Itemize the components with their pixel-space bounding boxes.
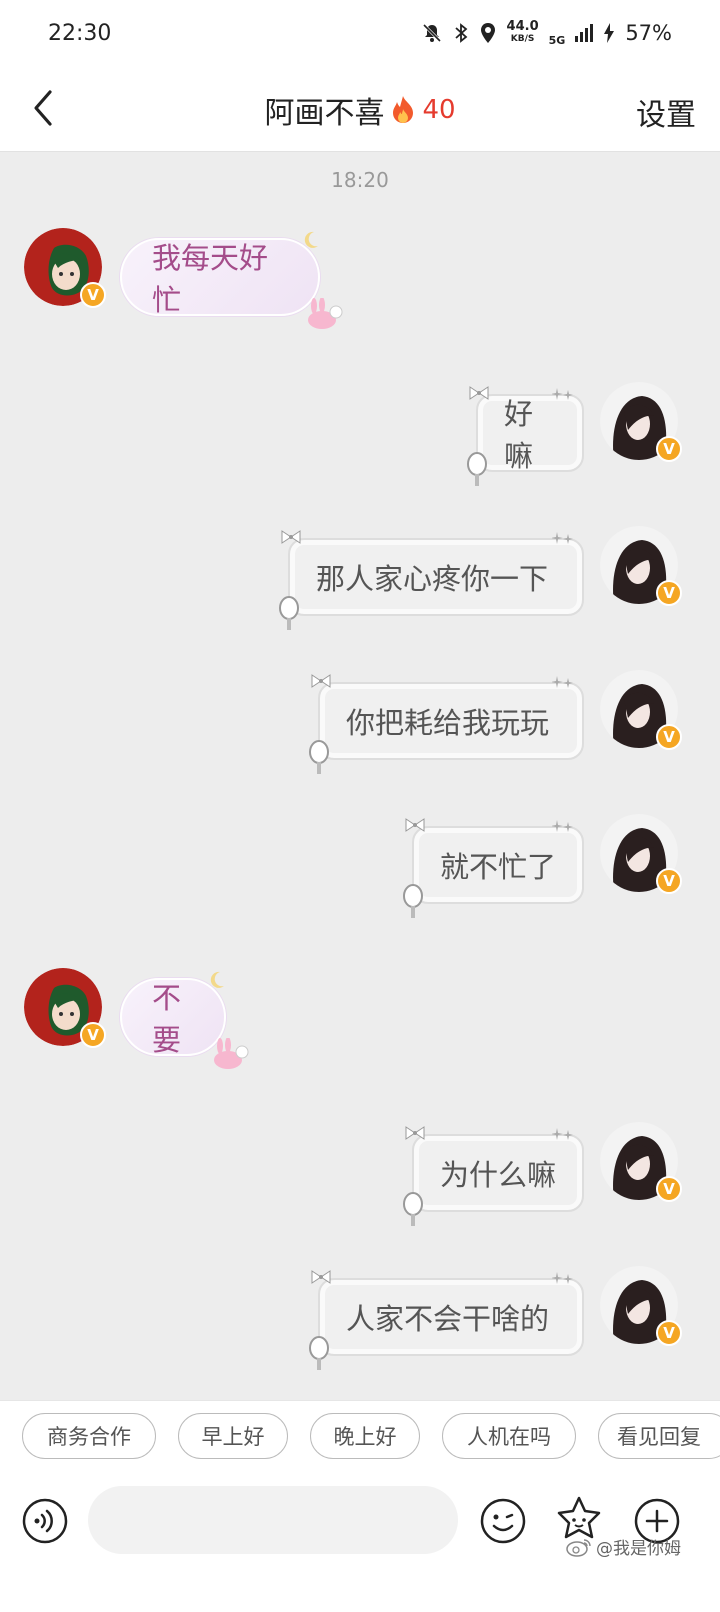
verified-badge: V bbox=[656, 868, 682, 894]
message-text: 为什么嘛 bbox=[440, 1158, 557, 1192]
message-bubble-left[interactable]: 不要 bbox=[120, 971, 249, 1069]
sparkle-decoration-icon bbox=[552, 820, 573, 832]
message-text: 就不忙了 bbox=[440, 850, 557, 884]
location-icon bbox=[480, 23, 495, 43]
watermark: @我是你姆 bbox=[566, 1534, 681, 1559]
mirror-decoration-icon bbox=[467, 452, 487, 486]
my-avatar[interactable]: V bbox=[600, 814, 682, 894]
charging-icon bbox=[604, 23, 615, 43]
contact-name: 阿画不喜 bbox=[264, 96, 385, 131]
weibo-logo-icon bbox=[566, 1538, 591, 1557]
verified-badge: V bbox=[656, 1320, 682, 1346]
mirror-decoration-icon bbox=[403, 884, 423, 918]
my-avatar[interactable]: V bbox=[600, 382, 682, 462]
message-text: 那人家心疼你一下 bbox=[316, 562, 549, 596]
moon-sticker-icon bbox=[210, 971, 224, 988]
mute-bell-icon bbox=[422, 23, 441, 43]
sparkle-decoration-icon bbox=[552, 1272, 573, 1284]
verified-badge: V bbox=[80, 282, 106, 308]
status-bar: 22:30 44.0 KB/S 5G 57% bbox=[0, 0, 720, 66]
message-text: 我每天好忙 bbox=[152, 241, 269, 317]
message-text: 人家不会干啥的 bbox=[346, 1302, 550, 1336]
bunny-sticker-icon bbox=[214, 1038, 249, 1069]
message-bubble-right[interactable]: 好嘛 bbox=[467, 386, 584, 486]
bow-decoration-icon bbox=[405, 818, 425, 832]
verified-badge: V bbox=[80, 1022, 106, 1048]
message-text: 好嘛 bbox=[504, 397, 534, 473]
my-avatar[interactable]: V bbox=[600, 1122, 682, 1202]
chat-header: 阿画不喜 40 设置 bbox=[0, 66, 720, 152]
status-icons: 44.0 KB/S 5G 57% bbox=[421, 20, 672, 47]
message-bubble-right[interactable]: 你把耗给我玩玩 bbox=[309, 674, 584, 774]
contact-avatar[interactable]: V bbox=[24, 228, 106, 308]
status-time: 22:30 bbox=[48, 20, 112, 46]
watermark-text: @我是你姆 bbox=[596, 1539, 681, 1559]
message-bubble-left[interactable]: 我每天好忙 bbox=[120, 231, 343, 329]
chat-title: 阿画不喜 40 bbox=[0, 88, 720, 132]
quick-reply-chip[interactable]: 晚上好 bbox=[310, 1413, 420, 1459]
message-bubble-right[interactable]: 为什么嘛 bbox=[403, 1126, 584, 1226]
mirror-decoration-icon bbox=[403, 1192, 423, 1226]
mirror-decoration-icon bbox=[309, 1336, 329, 1370]
sparkle-decoration-icon bbox=[552, 388, 573, 400]
my-avatar[interactable]: V bbox=[600, 526, 682, 606]
sparkle-decoration-icon bbox=[552, 532, 573, 544]
verified-badge: V bbox=[656, 1176, 682, 1202]
quick-reply-chip[interactable]: 人机在吗 bbox=[442, 1413, 576, 1459]
quick-reply-bar[interactable]: 商务合作 早上好 晚上好 人机在吗 看见回复 bbox=[0, 1400, 720, 1472]
battery-level: 57% bbox=[625, 21, 672, 45]
moon-sticker-icon bbox=[304, 231, 318, 248]
bow-decoration-icon bbox=[311, 674, 331, 688]
message-text: 不要 bbox=[152, 981, 182, 1057]
network-type: 5G bbox=[548, 33, 566, 47]
message-timestamp: 18:20 bbox=[331, 168, 389, 192]
mirror-decoration-icon bbox=[309, 740, 329, 774]
bunny-sticker-icon bbox=[308, 298, 343, 329]
chat-messages[interactable]: 18:20 V 我每天好忙 V 好嘛 V 那人家心疼你一下 V 你把耗给我玩玩 bbox=[0, 152, 720, 1440]
contact-avatar[interactable]: V bbox=[24, 968, 106, 1048]
bow-decoration-icon bbox=[405, 1126, 425, 1140]
message-text: 你把耗给我玩玩 bbox=[346, 706, 550, 740]
settings-button[interactable]: 设置 bbox=[636, 90, 696, 134]
net-speed: 44.0 KB/S bbox=[506, 19, 539, 44]
fire-count: 40 bbox=[422, 95, 456, 125]
bow-decoration-icon bbox=[311, 1270, 331, 1284]
sparkle-decoration-icon bbox=[552, 676, 573, 688]
verified-badge: V bbox=[656, 436, 682, 462]
message-input[interactable] bbox=[88, 1486, 458, 1554]
message-bubble-right[interactable]: 就不忙了 bbox=[403, 818, 584, 918]
sparkle-decoration-icon bbox=[552, 1128, 573, 1140]
input-bar: @我是你姆 bbox=[0, 1472, 720, 1612]
verified-badge: V bbox=[656, 724, 682, 750]
quick-reply-chip[interactable]: 商务合作 bbox=[22, 1413, 156, 1459]
my-avatar[interactable]: V bbox=[600, 1266, 682, 1346]
fire-icon bbox=[393, 96, 414, 123]
emoji-icon[interactable] bbox=[480, 1498, 526, 1544]
bow-decoration-icon bbox=[469, 386, 489, 400]
bow-decoration-icon bbox=[281, 530, 301, 544]
my-avatar[interactable]: V bbox=[600, 670, 682, 750]
signal-icon bbox=[575, 24, 594, 42]
quick-reply-chip[interactable]: 看见回复 bbox=[598, 1413, 720, 1459]
quick-reply-chip[interactable]: 早上好 bbox=[178, 1413, 288, 1459]
bluetooth-icon bbox=[454, 23, 467, 43]
voice-icon[interactable] bbox=[22, 1498, 68, 1544]
message-bubble-right[interactable]: 人家不会干啥的 bbox=[309, 1270, 584, 1370]
verified-badge: V bbox=[656, 580, 682, 606]
message-bubble-right[interactable]: 那人家心疼你一下 bbox=[279, 530, 584, 630]
mirror-decoration-icon bbox=[279, 596, 299, 630]
